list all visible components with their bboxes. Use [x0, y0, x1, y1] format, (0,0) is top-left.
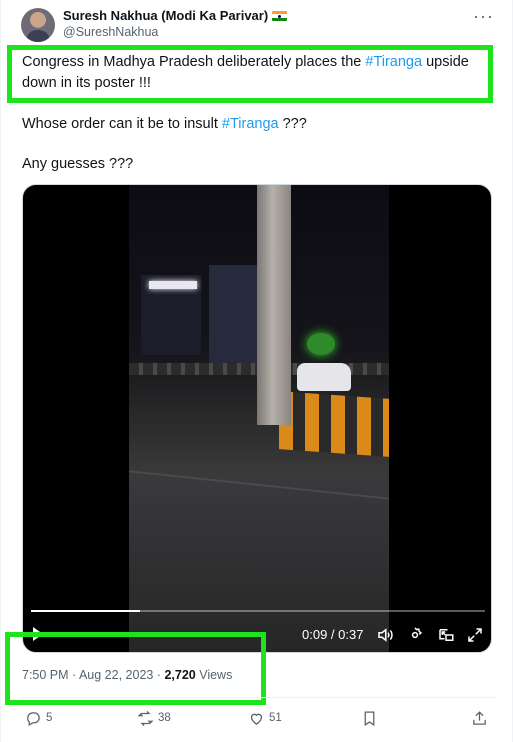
video-frame[interactable]	[129, 185, 389, 652]
india-flag-icon	[272, 11, 288, 21]
bookmark-icon	[364, 710, 375, 726]
tweet-text: Whose order can it be to insult	[22, 116, 222, 132]
video-tree	[307, 333, 335, 355]
like-button[interactable]: 51	[248, 708, 282, 728]
more-icon[interactable]: ···	[473, 7, 494, 25]
hashtag-link[interactable]: #Tiranga	[222, 116, 279, 132]
reply-icon	[27, 711, 40, 726]
reply-count: 5	[46, 712, 53, 724]
video-car	[297, 363, 351, 391]
repost-count: 38	[158, 712, 171, 724]
video-pole	[257, 185, 291, 425]
video-road-line	[129, 469, 389, 503]
actions-divider	[19, 697, 496, 698]
video-progress-bar[interactable]	[31, 610, 485, 612]
like-count: 51	[269, 712, 282, 724]
repost-button[interactable]: 38	[137, 708, 171, 728]
bookmark-button[interactable]	[361, 708, 378, 728]
tweet-text-line-3: Whose order can it be to insult #Tiranga…	[22, 115, 307, 134]
author-name-text[interactable]: Suresh Nakhua (Modi Ka Parivar)	[63, 8, 268, 23]
tweet-text-line-4: Any guesses ???	[22, 156, 134, 172]
video-time: 0:09 / 0:37	[302, 627, 364, 642]
video-light	[149, 281, 197, 289]
tweet-text: ???	[278, 116, 307, 132]
share-icon	[473, 710, 486, 725]
video-building	[209, 265, 259, 375]
author-name[interactable]: Suresh Nakhua (Modi Ka Parivar)	[63, 8, 288, 23]
video-progress-fill	[31, 610, 140, 612]
fullscreen-icon[interactable]	[466, 626, 484, 644]
video-road-divider	[279, 391, 389, 457]
repost-icon	[137, 710, 154, 726]
avatar[interactable]	[21, 8, 55, 42]
pip-icon[interactable]	[437, 626, 455, 644]
video-player[interactable]: 0:09 / 0:37	[22, 184, 492, 653]
like-icon	[250, 713, 263, 725]
share-button[interactable]	[471, 708, 488, 728]
tweet-card: Suresh Nakhua (Modi Ka Parivar) @SureshN…	[0, 0, 513, 742]
highlight-box-text	[7, 45, 493, 103]
volume-icon[interactable]	[376, 626, 394, 644]
author-handle[interactable]: @SureshNakhua	[63, 25, 158, 39]
settings-icon[interactable]	[406, 626, 424, 644]
highlight-box-meta	[5, 632, 266, 705]
reply-button[interactable]: 5	[25, 708, 52, 728]
